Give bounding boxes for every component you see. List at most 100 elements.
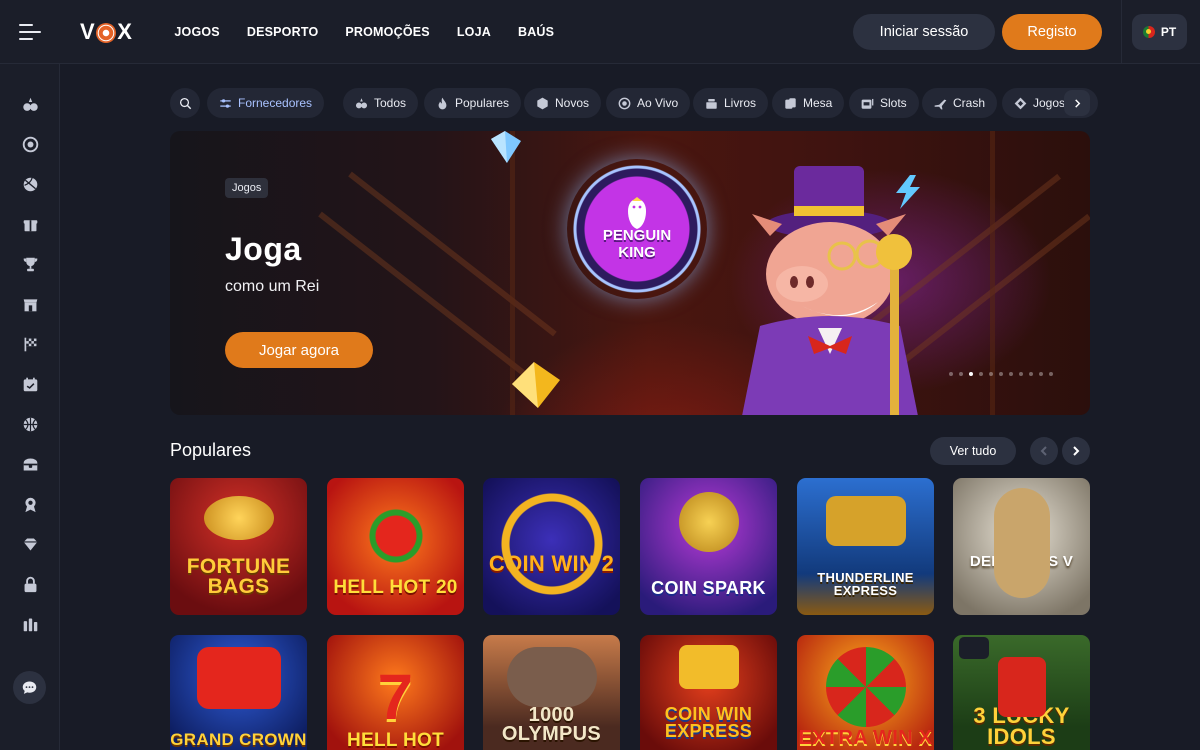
category-label: Novos bbox=[555, 96, 590, 110]
game-tile[interactable]: HELL HOT 20 bbox=[327, 478, 464, 615]
carousel-dot[interactable] bbox=[1009, 372, 1013, 376]
carousel-prev-button[interactable] bbox=[1030, 437, 1058, 465]
game-tile[interactable]: COIN WIN EXPRESS bbox=[640, 635, 777, 750]
coin-ring-art bbox=[499, 492, 604, 596]
nav-shop[interactable]: LOJA bbox=[457, 25, 491, 39]
category-label: Crash bbox=[953, 96, 986, 110]
chevron-right-icon bbox=[1074, 98, 1080, 108]
diamond-icon[interactable] bbox=[20, 534, 40, 554]
calendar-icon[interactable] bbox=[20, 374, 40, 394]
trophy-icon[interactable] bbox=[20, 254, 40, 274]
game-logo-title: PENGUIN KING bbox=[602, 227, 672, 261]
register-button[interactable]: Registo bbox=[1002, 13, 1102, 50]
live-icon[interactable] bbox=[20, 134, 40, 154]
header-divider bbox=[1121, 0, 1122, 64]
carousel-indicators bbox=[949, 372, 1053, 376]
chevron-left-icon bbox=[1040, 446, 1047, 456]
search-button[interactable] bbox=[170, 88, 200, 118]
menu-toggle-button[interactable] bbox=[0, 0, 60, 64]
diamond-decoration bbox=[512, 362, 560, 408]
gods-art bbox=[506, 647, 597, 707]
category-new[interactable]: Novos bbox=[524, 88, 602, 118]
providers-filter[interactable]: Fornecedores bbox=[207, 88, 325, 118]
play-now-button[interactable]: Jogar agora bbox=[225, 332, 373, 368]
staircase-decoration bbox=[348, 171, 557, 337]
carousel-dot[interactable] bbox=[959, 372, 963, 376]
category-label: Ao Vivo bbox=[637, 96, 679, 110]
carousel-next-button[interactable] bbox=[1062, 437, 1090, 465]
category-books[interactable]: Livros bbox=[693, 88, 769, 118]
header-actions: Iniciar sessão Registo PT bbox=[853, 0, 1200, 64]
game-title: HELL HOT bbox=[346, 729, 445, 750]
nav-chests[interactable]: BAÚS bbox=[518, 25, 554, 39]
game-tile[interactable]: EXTRA WIN X bbox=[797, 635, 934, 750]
game-tile[interactable]: DEMI GODS V bbox=[953, 478, 1090, 615]
carousel-dot[interactable] bbox=[979, 372, 983, 376]
category-slots[interactable]: Slots bbox=[849, 88, 919, 118]
category-label: Slots bbox=[880, 96, 907, 110]
banner-title: Joga bbox=[225, 231, 302, 267]
carousel-dot[interactable] bbox=[1039, 372, 1043, 376]
carousel-dot[interactable] bbox=[969, 372, 973, 376]
provider-badge bbox=[959, 637, 989, 659]
game-tile[interactable]: 3 LUCKY IDOLS bbox=[953, 635, 1090, 750]
gift-icon[interactable] bbox=[20, 214, 40, 234]
main-navigation: JOGOS DESPORTO PROMOÇÕES LOJA BAÚS bbox=[174, 25, 581, 39]
game-title: COIN SPARK bbox=[651, 577, 766, 598]
category-crash[interactable]: Crash bbox=[922, 88, 998, 118]
see-all-button[interactable]: Ver tudo bbox=[930, 437, 1016, 465]
game-tile[interactable]: THUNDERLINE EXPRESS bbox=[797, 478, 934, 615]
award-icon[interactable] bbox=[20, 494, 40, 514]
category-table[interactable]: Mesa bbox=[772, 88, 845, 118]
watermelon-art bbox=[367, 508, 424, 564]
live-chat-button[interactable] bbox=[13, 671, 46, 704]
portugal-flag-icon bbox=[1142, 25, 1155, 38]
game-tile[interactable]: 1000 OLYMPUS bbox=[483, 635, 620, 750]
lock-icon[interactable] bbox=[20, 574, 40, 594]
game-tile[interactable]: FORTUNE BAGS bbox=[170, 478, 307, 615]
casino-icon[interactable] bbox=[20, 94, 40, 114]
chest-icon[interactable] bbox=[20, 454, 40, 474]
banner-subtitle: como um Rei bbox=[225, 278, 320, 295]
carousel-dot[interactable] bbox=[1049, 372, 1053, 376]
shop-icon[interactable] bbox=[20, 294, 40, 314]
category-popular[interactable]: Populares bbox=[424, 88, 522, 118]
filters-scroll-right-button[interactable] bbox=[1064, 90, 1090, 116]
stats-icon[interactable] bbox=[20, 614, 40, 634]
nav-games[interactable]: JOGOS bbox=[174, 25, 219, 39]
section-title-popular: Populares bbox=[170, 440, 252, 460]
logo-letter-v: V bbox=[80, 18, 96, 44]
nav-sports[interactable]: DESPORTO bbox=[247, 25, 319, 39]
hamburger-icon bbox=[19, 23, 41, 40]
chevron-right-icon bbox=[1073, 446, 1080, 456]
top-header: VX JOGOS DESPORTO PROMOÇÕES LOJA BAÚS In… bbox=[0, 0, 1200, 64]
carousel-dot[interactable] bbox=[999, 372, 1003, 376]
game-tile[interactable]: 7 HELL HOT bbox=[327, 635, 464, 750]
game-tile[interactable]: GRAND CROWN bbox=[170, 635, 307, 750]
book-icon bbox=[706, 98, 717, 109]
carousel-dot[interactable] bbox=[989, 372, 993, 376]
carousel-dot[interactable] bbox=[1029, 372, 1033, 376]
login-button[interactable]: Iniciar sessão bbox=[853, 13, 995, 50]
category-all[interactable]: Todos bbox=[343, 88, 419, 118]
sports-icon[interactable] bbox=[20, 174, 40, 194]
category-label: Livros bbox=[724, 96, 757, 110]
logo-letter-x: X bbox=[117, 18, 133, 44]
racing-flag-icon[interactable] bbox=[20, 334, 40, 354]
game-tile[interactable]: COIN WIN 2 bbox=[483, 478, 620, 615]
game-title: GRAND CROWN bbox=[170, 729, 307, 749]
basketball-icon[interactable] bbox=[20, 414, 40, 434]
sidebar bbox=[0, 64, 60, 750]
carousel-dot[interactable] bbox=[949, 372, 953, 376]
language-selector[interactable]: PT bbox=[1132, 13, 1187, 50]
chat-icon bbox=[22, 681, 37, 694]
category-live[interactable]: Ao Vivo bbox=[606, 88, 691, 118]
site-logo[interactable]: VX bbox=[80, 19, 132, 45]
nav-promotions[interactable]: PROMOÇÕES bbox=[345, 25, 429, 39]
carousel-dot[interactable] bbox=[1019, 372, 1023, 376]
game-title: FORTUNE BAGS bbox=[186, 555, 291, 599]
game-tile[interactable]: COIN SPARK bbox=[640, 478, 777, 615]
crown-art bbox=[678, 645, 739, 689]
goddess-art bbox=[993, 488, 1050, 598]
hero-banner[interactable]: PENGUIN KING Jogos Joga como um Rei Jogar… bbox=[170, 131, 1090, 415]
